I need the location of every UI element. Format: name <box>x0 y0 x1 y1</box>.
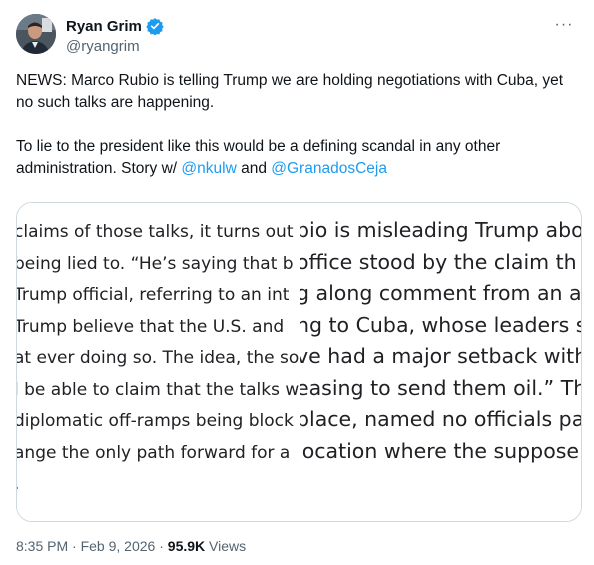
handle[interactable]: @ryangrim <box>66 38 164 55</box>
image-left-line: . <box>17 469 304 501</box>
profile-photo-icon <box>16 14 56 54</box>
mention-link-granadosceja[interactable]: @GranadosCeja <box>271 160 387 177</box>
tweet-paragraph-2: To lie to the president like this would … <box>16 136 564 180</box>
attached-image[interactable]: claims of those talks, it turns out bein… <box>16 202 582 522</box>
image-left-line: at ever doing so. The idea, the so <box>17 348 300 368</box>
image-right-line: bio is misleading Trump abou <box>300 218 581 242</box>
image-left-column: claims of those talks, it turns out bein… <box>17 203 304 521</box>
timestamp-date[interactable]: Feb 9, 2026 <box>81 538 156 554</box>
tweet-text: NEWS: Marco Rubio is telling Trump we ar… <box>16 70 564 180</box>
image-left-line: Trump official, referring to an int <box>17 285 290 305</box>
image-right-line: ve had a major setback with <box>300 344 581 368</box>
views-count: 95.9K <box>167 538 206 554</box>
image-left-line: Trump believe that the U.S. and <box>17 316 285 337</box>
image-left-line: l be able to claim that the talks w <box>17 379 300 400</box>
views-label: Views <box>205 538 247 554</box>
author-names: Ryan Grim @ryangrim <box>66 16 164 55</box>
tweet-meta: 8:35 PM · Feb 9, 2026 · 95.9K Views <box>16 538 246 554</box>
image-right-line: location where the suppose <box>300 438 580 463</box>
conjunction-text: and <box>236 160 272 177</box>
image-left-line: claims of those talks, it turns out <box>17 222 294 242</box>
image-right-line: office stood by the claim th <box>300 249 577 274</box>
tweet: Ryan Grim @ryangrim ··· NEWS: Marco Rubi… <box>0 0 594 565</box>
display-name-row: Ryan Grim <box>66 16 164 36</box>
image-right-line: place, named no officials pa <box>300 407 581 431</box>
image-right-line: g along comment from an ac <box>300 281 581 305</box>
image-left-line: diplomatic off-ramps being block <box>17 411 294 431</box>
verified-badge-icon <box>146 17 164 36</box>
avatar[interactable] <box>16 14 56 54</box>
meta-separator: · <box>155 538 168 554</box>
tweet-header: Ryan Grim @ryangrim ··· <box>16 14 578 62</box>
more-dots-icon[interactable]: ··· <box>552 17 576 38</box>
image-left-line: being lied to. “He’s saying that b <box>17 253 294 274</box>
timestamp-time[interactable]: 8:35 PM <box>16 538 68 554</box>
display-name[interactable]: Ryan Grim <box>66 18 142 35</box>
mention-link-nkulw[interactable]: @nkulw <box>181 160 236 177</box>
image-left-line: ange the only path forward for a <box>17 442 291 463</box>
image-right-line: easing to send them oil.” Th <box>300 375 581 400</box>
tweet-paragraph-1: NEWS: Marco Rubio is telling Trump we ar… <box>16 72 564 111</box>
image-right-line: ng to Cuba, whose leaders s <box>300 312 581 337</box>
image-right-column: bio is misleading Trump abou office stoo… <box>300 203 581 521</box>
meta-separator: · <box>68 538 81 554</box>
